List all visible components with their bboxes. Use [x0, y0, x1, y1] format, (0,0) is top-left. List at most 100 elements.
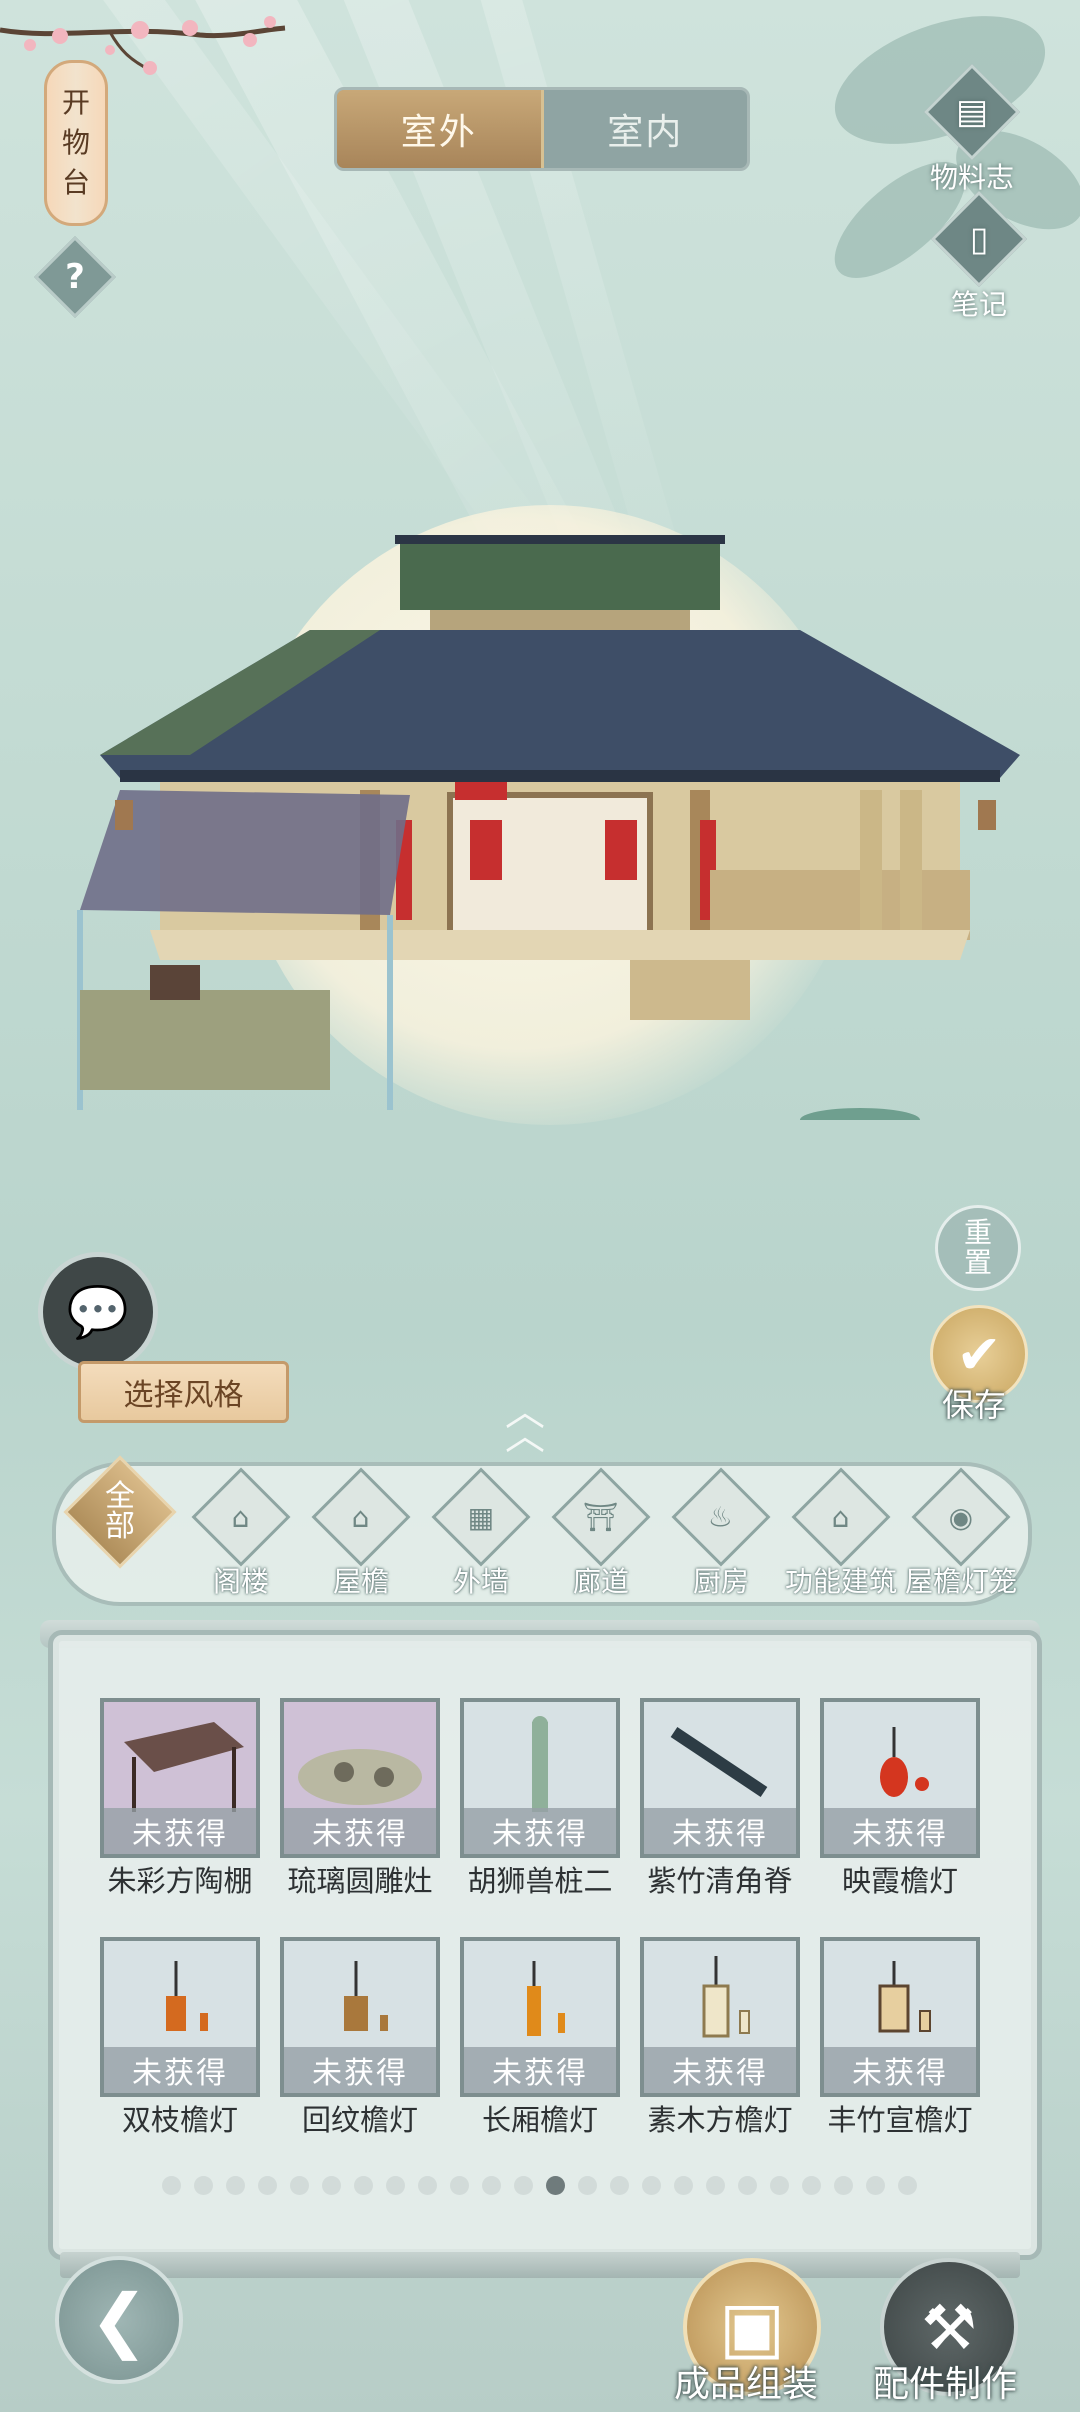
pagination-dot[interactable] — [706, 2176, 725, 2195]
pagination-dot[interactable] — [834, 2176, 853, 2195]
lantern-char: 台 — [61, 166, 90, 199]
help-button[interactable]: ? — [33, 235, 117, 319]
style-chat-button[interactable]: 💬 — [38, 1252, 158, 1372]
lantern-char: 开 — [61, 86, 90, 119]
expand-chevron-icon[interactable]: ︿ ︿ — [505, 1392, 545, 1456]
item-status: 未获得 — [644, 2047, 796, 2093]
pagination — [162, 2176, 917, 2195]
lantern-char: 物 — [61, 126, 90, 159]
book-icon: ▤ — [955, 92, 989, 132]
item-card[interactable]: 未获得 双枝檐灯 — [100, 1937, 260, 2137]
assemble-label: 成品组装 — [674, 2364, 819, 2405]
item-thumbnail — [880, 1727, 929, 1797]
item-card[interactable]: 未获得 朱彩方陶棚 — [100, 1698, 260, 1898]
tab-outdoor[interactable]: 室外 — [337, 90, 544, 168]
category-all[interactable]: 全部 — [63, 1455, 177, 1569]
pagination-dot[interactable] — [450, 2176, 469, 2195]
item-name: 双枝檐灯 — [121, 2103, 238, 2137]
chat-bubble-icon: 💬 — [66, 1282, 130, 1341]
pagination-dot[interactable] — [354, 2176, 373, 2195]
check-icon: ✔ — [956, 1322, 1002, 1386]
item-name: 紫竹清角脊 — [647, 1864, 793, 1898]
pagination-dot[interactable] — [258, 2176, 277, 2195]
tab-indoor[interactable]: 室内 — [544, 90, 748, 168]
notes-button[interactable]: ▯ 笔记 — [930, 190, 1028, 323]
pagination-dot[interactable] — [386, 2176, 405, 2195]
pagination-dot[interactable] — [674, 2176, 693, 2195]
item-card[interactable]: 未获得 紫竹清角脊 — [640, 1698, 800, 1898]
item-card[interactable]: 未获得 映霞檐灯 — [820, 1698, 980, 1898]
item-card[interactable]: 未获得 长厢檐灯 — [460, 1937, 620, 2137]
workbench-lantern-button[interactable]: 开 物 台 — [44, 60, 108, 226]
reset-button[interactable]: 重置 — [935, 1205, 1021, 1291]
help-icon: ? — [65, 257, 85, 297]
category-corridor[interactable]: ⛩ 廊道 — [551, 1467, 651, 1600]
item-thumbnail — [532, 1716, 548, 1812]
item-thumbnail — [702, 1956, 750, 2038]
pagination-dot[interactable] — [642, 2176, 661, 2195]
item-status: 未获得 — [104, 1808, 256, 1854]
item-card[interactable]: 未获得 琉璃圆雕灶 — [280, 1698, 440, 1898]
eaves-icon: ⌂ — [352, 1500, 370, 1534]
pagination-dot[interactable] — [162, 2176, 181, 2195]
pagination-dot[interactable] — [578, 2176, 597, 2195]
pagination-dot[interactable] — [418, 2176, 437, 2195]
category-lantern[interactable]: ◉ 屋檐灯笼 — [905, 1467, 1017, 1600]
pagination-dot[interactable] — [546, 2176, 565, 2195]
craft-label: 配件制作 — [873, 2364, 1018, 2405]
pagination-dot[interactable] — [226, 2176, 245, 2195]
item-name: 素木方檐灯 — [647, 2103, 793, 2137]
item-card[interactable]: 未获得 丰竹宣檐灯 — [820, 1937, 980, 2137]
item-name: 长厢檐灯 — [481, 2103, 598, 2137]
item-name: 琉璃圆雕灶 — [287, 1864, 433, 1898]
item-name: 映霞檐灯 — [841, 1864, 958, 1898]
bottom-decor-bar — [60, 2252, 1020, 2278]
pagination-dot[interactable] — [898, 2176, 917, 2195]
function-building-icon: ⌂ — [832, 1500, 850, 1534]
scene-toggle: 室外 室内 — [334, 87, 750, 171]
category-wall[interactable]: ▦ 外墙 — [431, 1467, 531, 1600]
pagination-dot[interactable] — [738, 2176, 757, 2195]
item-name: 回纹檐灯 — [301, 2103, 418, 2137]
lantern-icon: ◉ — [948, 1500, 974, 1534]
all-icon: 全部 — [105, 1479, 135, 1544]
back-button[interactable]: ❮ — [55, 2256, 183, 2384]
item-card[interactable]: 未获得 素木方檐灯 — [640, 1937, 800, 2137]
pagination-dot[interactable] — [290, 2176, 309, 2195]
pagination-dot[interactable] — [610, 2176, 629, 2195]
pagination-dot[interactable] — [194, 2176, 213, 2195]
item-thumbnail — [344, 1961, 388, 2031]
pagination-dot[interactable] — [770, 2176, 789, 2195]
category-eaves[interactable]: ⌂ 屋檐 — [311, 1467, 411, 1600]
category-bar: 全部 ⌂ 阁楼 ⌂ 屋檐 ▦ 外墙 ⛩ 廊道 ♨ 厨房 ⌂ 功能建筑 ◉ 屋檐灯… — [52, 1455, 1032, 1606]
save-label: 保存 — [942, 1386, 1007, 1424]
materials-button[interactable]: ▤ 物料志 — [923, 63, 1021, 196]
back-arrow-icon: ❮ — [89, 2279, 149, 2361]
select-style-button[interactable]: 选择风格 — [78, 1361, 289, 1423]
note-icon: ▯ — [969, 219, 989, 259]
category-attic[interactable]: ⌂ 阁楼 — [191, 1467, 291, 1600]
pagination-dot[interactable] — [322, 2176, 341, 2195]
item-card[interactable]: 未获得 回纹檐灯 — [280, 1937, 440, 2137]
item-status: 未获得 — [824, 1808, 976, 1854]
pagination-dot[interactable] — [802, 2176, 821, 2195]
pagination-dot[interactable] — [866, 2176, 885, 2195]
item-status: 未获得 — [824, 2047, 976, 2093]
materials-label: 物料志 — [930, 161, 1015, 194]
pagination-dot[interactable] — [482, 2176, 501, 2195]
item-thumbnail — [124, 1722, 244, 1812]
kitchen-icon: ♨ — [708, 1500, 734, 1534]
select-style-label: 选择风格 — [123, 1378, 244, 1413]
pagination-dot[interactable] — [514, 2176, 533, 2195]
item-thumbnail — [878, 1961, 931, 2033]
item-status: 未获得 — [284, 1808, 436, 1854]
item-card[interactable]: 未获得 胡狮兽桩二 — [460, 1698, 620, 1898]
anvil-icon: ⚒ — [921, 2290, 977, 2364]
item-status: 未获得 — [464, 2047, 616, 2093]
category-kitchen[interactable]: ♨ 厨房 — [671, 1467, 771, 1600]
item-thumbnail — [166, 1961, 208, 2031]
item-status: 未获得 — [104, 2047, 256, 2093]
item-thumbnail — [298, 1749, 422, 1805]
category-function-building[interactable]: ⌂ 功能建筑 — [785, 1467, 897, 1600]
wall-icon: ▦ — [467, 1500, 495, 1534]
